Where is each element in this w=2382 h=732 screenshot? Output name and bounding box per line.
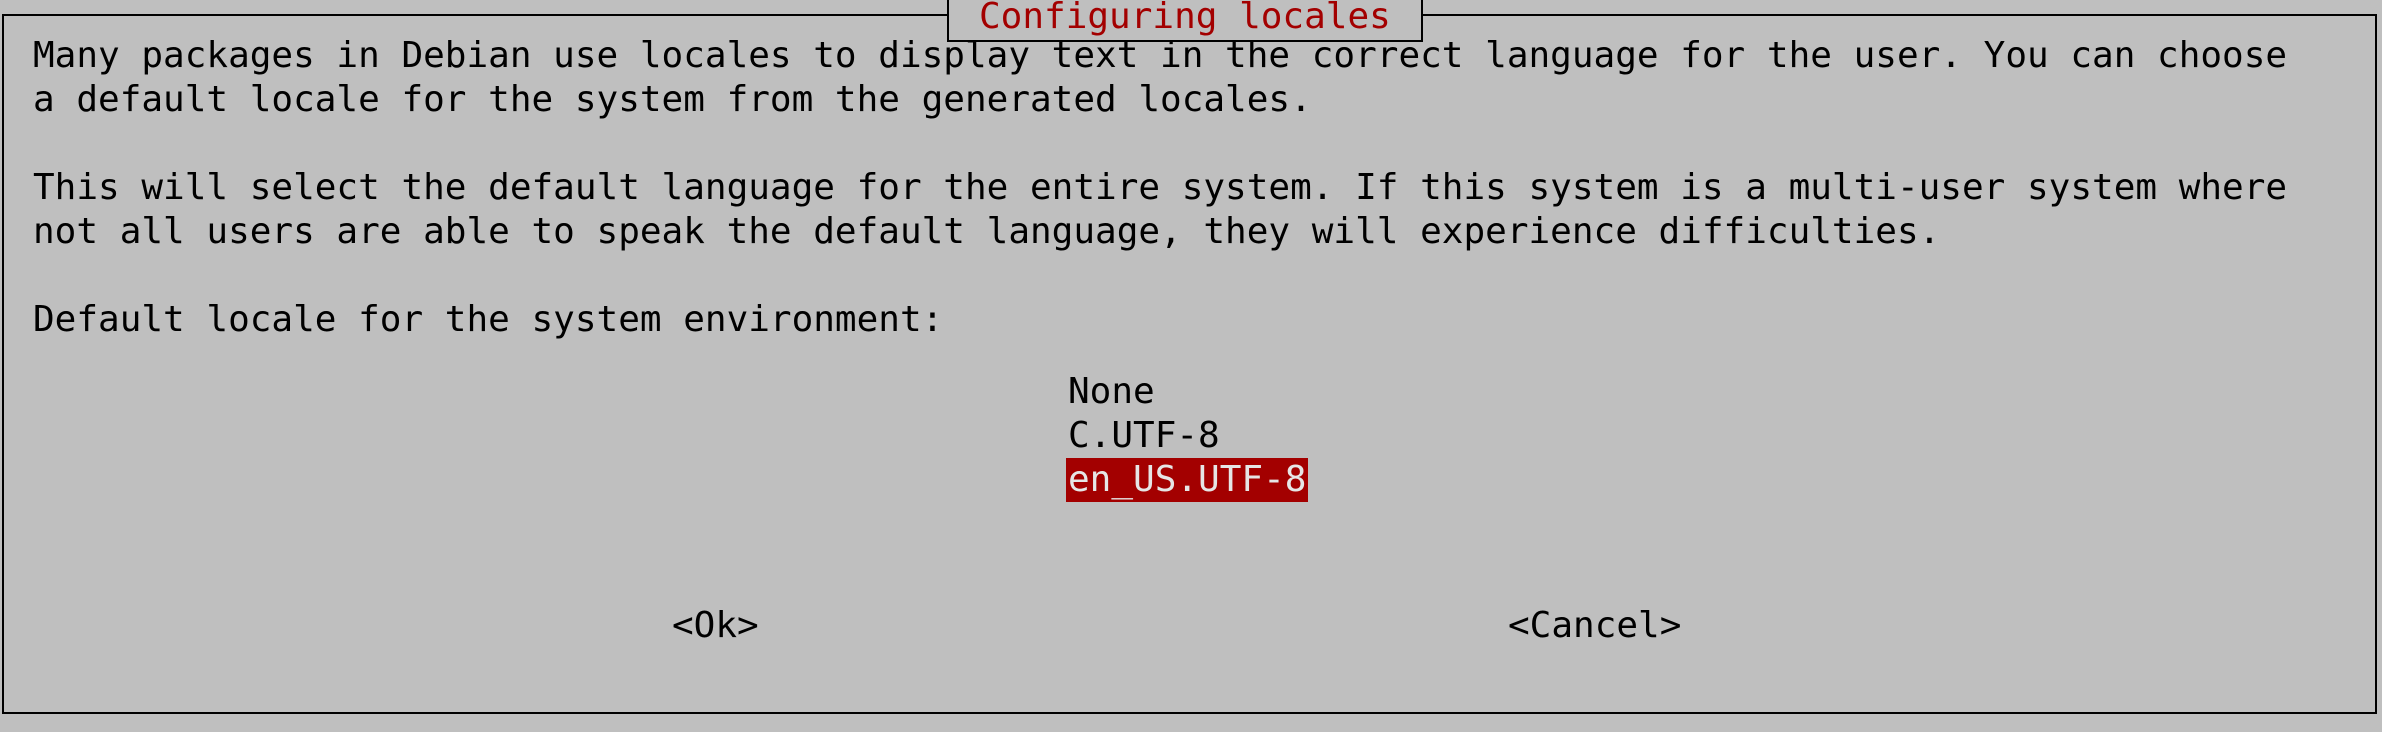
locale-option-c-utf8[interactable]: C.UTF-8 bbox=[1066, 414, 1222, 458]
locale-list: None C.UTF-8 en_US.UTF-8 bbox=[1066, 370, 1466, 502]
locale-option-en-us-utf8[interactable]: en_US.UTF-8 bbox=[1066, 458, 1309, 502]
cancel-button[interactable]: <Cancel> bbox=[1508, 604, 1681, 648]
description-line-3: This will select the default language fo… bbox=[33, 167, 2288, 208]
description-line-2: a default locale for the system from the… bbox=[33, 79, 1312, 120]
description-line-4: not all users are able to speak the defa… bbox=[33, 211, 1941, 252]
ok-button[interactable]: <Ok> bbox=[672, 604, 759, 648]
locale-prompt: Default locale for the system environmen… bbox=[33, 299, 944, 340]
locale-option-none[interactable]: None bbox=[1066, 370, 1157, 414]
description-line-1: Many packages in Debian use locales to d… bbox=[33, 35, 2288, 76]
